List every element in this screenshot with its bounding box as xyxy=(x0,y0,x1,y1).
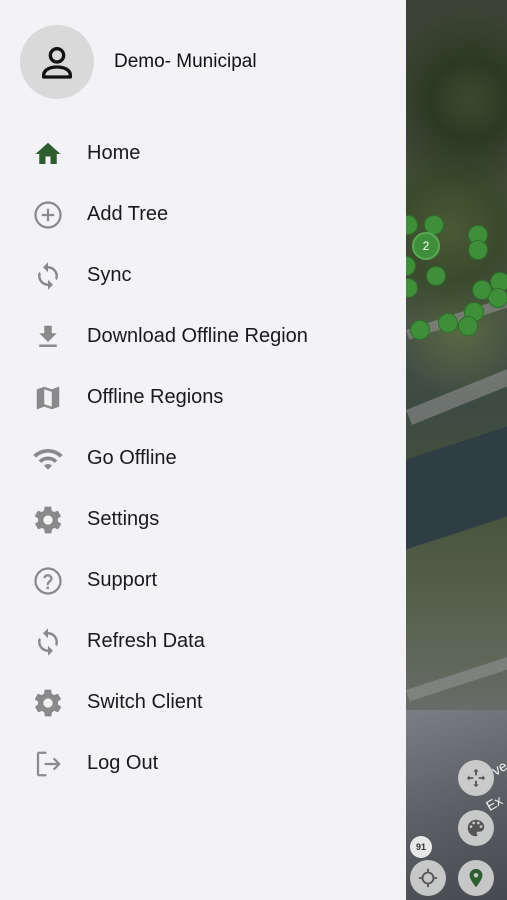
tree-marker[interactable] xyxy=(468,240,488,260)
menu-item-label: Download Offline Region xyxy=(87,325,308,347)
crosshair-icon xyxy=(418,868,438,888)
menu-item-label: Offline Regions xyxy=(87,386,224,408)
menu-item-offline-regions[interactable]: Offline Regions xyxy=(0,367,406,428)
tree-marker[interactable] xyxy=(488,288,507,308)
navigation-drawer: Demo- Municipal Home Add Tree Sync Downl… xyxy=(0,0,406,900)
tree-marker[interactable] xyxy=(426,266,446,286)
username: Demo- Municipal xyxy=(114,51,257,72)
add-circle-icon xyxy=(31,198,65,232)
gear-icon xyxy=(31,686,65,720)
map-icon xyxy=(31,381,65,415)
menu-item-label: Refresh Data xyxy=(87,630,205,652)
wifi-icon xyxy=(31,442,65,476)
menu-item-support[interactable]: Support xyxy=(0,550,406,611)
tree-marker[interactable] xyxy=(410,320,430,340)
menu-item-sync[interactable]: Sync xyxy=(0,245,406,306)
gear-icon xyxy=(31,503,65,537)
menu-item-settings[interactable]: Settings xyxy=(0,489,406,550)
menu-item-log-out[interactable]: Log Out xyxy=(0,733,406,794)
drawer-menu: Home Add Tree Sync Download Offline Regi… xyxy=(0,123,406,794)
pin-button[interactable] xyxy=(458,860,494,896)
cluster-count: 2 xyxy=(422,239,430,253)
menu-item-label: Log Out xyxy=(87,752,159,774)
locate-button[interactable] xyxy=(410,860,446,896)
menu-item-label: Switch Client xyxy=(87,691,203,713)
menu-item-home[interactable]: Home xyxy=(0,123,406,184)
refresh-icon xyxy=(31,625,65,659)
route-badge: 91 xyxy=(410,836,432,858)
tree-cluster[interactable]: 2 xyxy=(412,232,440,260)
menu-item-label: Add Tree xyxy=(87,203,169,225)
menu-item-refresh-data[interactable]: Refresh Data xyxy=(0,611,406,672)
location-pin-icon xyxy=(469,868,483,888)
tree-marker[interactable] xyxy=(438,313,458,333)
person-icon xyxy=(42,47,73,79)
menu-item-label: Go Offline xyxy=(87,447,177,469)
avatar[interactable] xyxy=(20,25,94,99)
menu-item-label: Sync xyxy=(87,264,132,286)
help-circle-icon xyxy=(31,564,65,598)
download-icon xyxy=(31,320,65,354)
move-icon xyxy=(466,768,486,788)
road xyxy=(406,649,507,702)
menu-item-download-offline-region[interactable]: Download Offline Region xyxy=(0,306,406,367)
menu-item-add-tree[interactable]: Add Tree xyxy=(0,184,406,245)
river xyxy=(406,420,507,550)
menu-item-switch-client[interactable]: Switch Client xyxy=(0,672,406,733)
palette-icon xyxy=(467,819,485,837)
tree-marker[interactable] xyxy=(458,316,478,336)
logout-icon xyxy=(31,747,65,781)
menu-item-label: Settings xyxy=(87,508,160,530)
menu-item-label: Support xyxy=(87,569,158,591)
sync-icon xyxy=(31,259,65,293)
pan-control-button[interactable] xyxy=(458,760,494,796)
profile-header[interactable]: Demo- Municipal xyxy=(20,25,257,99)
home-icon xyxy=(31,137,65,171)
menu-item-go-offline[interactable]: Go Offline xyxy=(0,428,406,489)
style-button[interactable] xyxy=(458,810,494,846)
road xyxy=(406,361,507,425)
menu-item-label: Home xyxy=(87,142,141,164)
